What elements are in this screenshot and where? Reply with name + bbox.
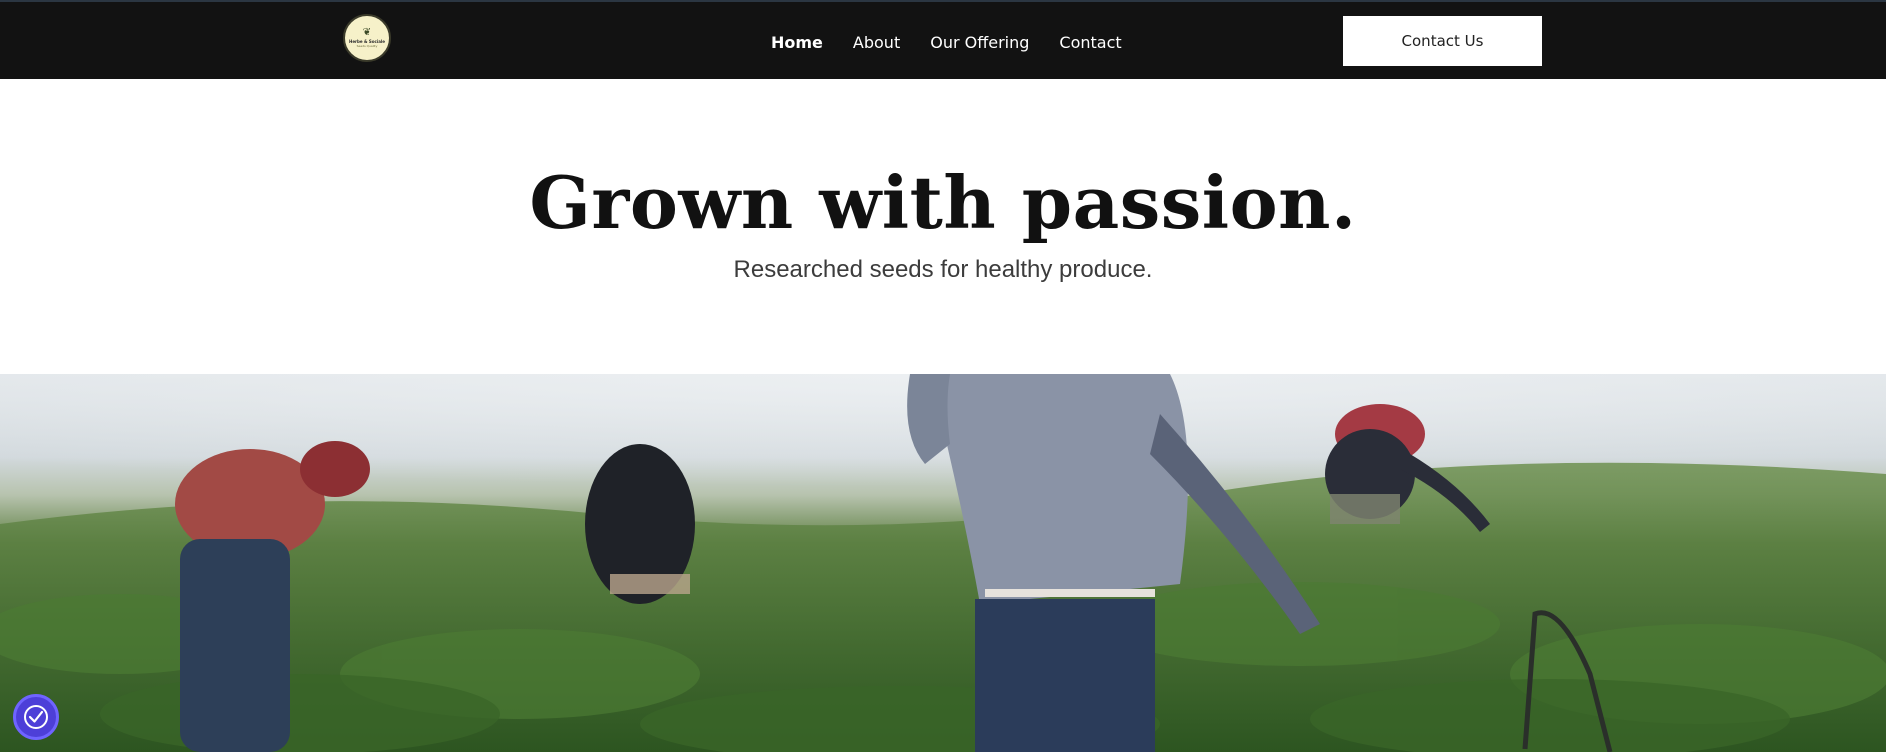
site-header: ❦ Herbe & Sociale Seeds Quality Home Abo… <box>0 0 1886 79</box>
nav-home[interactable]: Home <box>771 32 823 54</box>
nav-our-offering[interactable]: Our Offering <box>930 32 1029 54</box>
main-nav: Home About Our Offering Contact <box>771 32 1122 54</box>
field-workers-illustration <box>0 374 1886 752</box>
hero-headline: Grown with passion. <box>529 160 1357 245</box>
site-logo[interactable]: ❦ Herbe & Sociale Seeds Quality <box>343 14 391 62</box>
hero-subheadline: Researched seeds for healthy produce. <box>733 256 1153 283</box>
accessibility-button[interactable] <box>13 694 59 740</box>
sprout-icon: ❦ <box>362 27 372 38</box>
nav-about[interactable]: About <box>853 32 900 54</box>
worker-center-left <box>585 444 695 604</box>
logo-tagline: Seeds Quality <box>356 44 378 48</box>
contact-us-button[interactable]: Contact Us <box>1343 16 1542 66</box>
accessibility-icon <box>24 705 48 729</box>
nav-contact[interactable]: Contact <box>1059 32 1121 54</box>
hero-photo <box>0 374 1886 752</box>
